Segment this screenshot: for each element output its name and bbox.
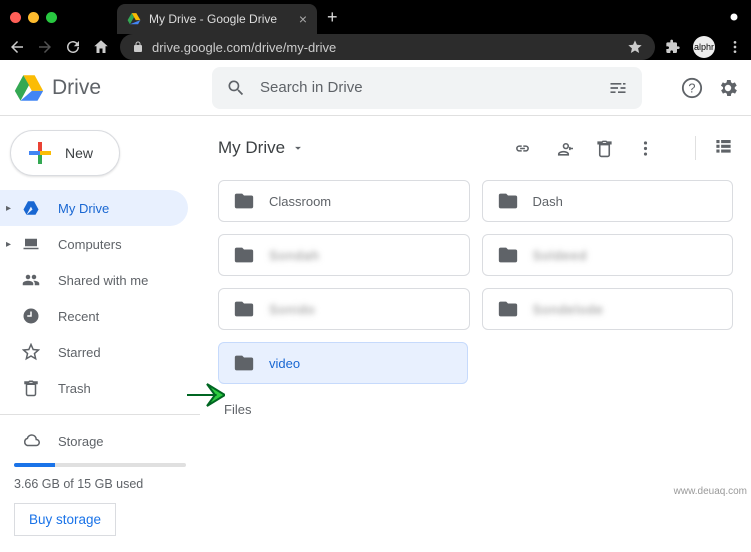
browser-tab[interactable]: My Drive - Google Drive × (117, 4, 317, 34)
main-content: My Drive (200, 116, 751, 552)
profile-avatar[interactable]: alphr (693, 36, 715, 58)
folder-item[interactable]: Classroom (218, 180, 470, 222)
folder-item[interactable]: Sondah (218, 234, 470, 276)
chevron-down-icon[interactable] (727, 10, 741, 24)
folder-label: video (269, 356, 300, 371)
folder-icon (233, 352, 255, 374)
nav-label: My Drive (58, 201, 109, 216)
search-input[interactable]: Search in Drive (212, 67, 642, 109)
drive-logo-icon (12, 71, 46, 105)
folder-item-selected[interactable]: video (218, 342, 468, 384)
new-button[interactable]: New (10, 130, 120, 176)
window-close-icon[interactable] (10, 12, 21, 23)
new-tab-button[interactable]: + (327, 7, 338, 28)
home-button[interactable] (92, 38, 110, 56)
nav-label: Recent (58, 309, 99, 324)
nav-label: Trash (58, 381, 91, 396)
folder-icon (233, 298, 255, 320)
folder-icon (497, 244, 519, 266)
url-text: drive.google.com/drive/my-drive (152, 40, 336, 55)
folder-item[interactable]: Dash (482, 180, 734, 222)
settings-gear-icon[interactable] (717, 77, 739, 99)
folder-label: Sonido (269, 302, 315, 317)
folder-item[interactable]: Sonido (218, 288, 470, 330)
tab-close-icon[interactable]: × (299, 11, 307, 27)
folder-label: Dash (533, 194, 563, 209)
folder-item[interactable]: Soldeed (482, 234, 734, 276)
new-label: New (65, 145, 93, 161)
bookmark-star-icon[interactable] (627, 39, 643, 55)
sidebar-item-recent[interactable]: Recent (0, 298, 188, 334)
list-view-icon[interactable] (714, 136, 733, 155)
folder-icon (497, 190, 519, 212)
sidebar-item-mydrive[interactable]: ▸ My Drive (0, 190, 188, 226)
search-icon (226, 78, 246, 98)
drive-logo[interactable]: Drive (12, 71, 202, 105)
more-actions-icon[interactable] (636, 139, 655, 158)
storage-bar (14, 463, 186, 467)
back-button[interactable] (8, 38, 26, 56)
folder-label: Soldeed (533, 248, 588, 263)
folder-icon (233, 190, 255, 212)
expand-icon[interactable]: ▸ (6, 239, 11, 250)
buy-storage-button[interactable]: Buy storage (14, 503, 116, 536)
storage-text: 3.66 GB of 15 GB used (0, 471, 200, 497)
extensions-icon[interactable] (665, 39, 681, 55)
share-icon[interactable] (554, 139, 573, 158)
plus-icon (27, 140, 53, 166)
nav-label: Computers (58, 237, 122, 252)
product-name: Drive (52, 76, 101, 100)
watermark: www.deuaq.com (674, 486, 747, 497)
expand-icon[interactable]: ▸ (6, 203, 11, 214)
sidebar: New ▸ My Drive ▸ Computers Shared with m… (0, 116, 200, 552)
nav-label: Storage (58, 434, 104, 449)
annotation-arrow-icon (185, 378, 225, 412)
browser-menu-icon[interactable] (727, 39, 743, 55)
svg-text:?: ? (688, 80, 695, 95)
delete-icon[interactable] (595, 139, 614, 158)
nav-label: Starred (58, 345, 101, 360)
sidebar-item-trash[interactable]: Trash (0, 370, 188, 406)
forward-button[interactable] (36, 38, 54, 56)
nav-label: Shared with me (58, 273, 148, 288)
sidebar-item-storage[interactable]: Storage (0, 423, 188, 459)
support-icon[interactable]: ? (681, 77, 703, 99)
reload-button[interactable] (64, 38, 82, 56)
sidebar-item-starred[interactable]: Starred (0, 334, 188, 370)
sidebar-item-shared[interactable]: Shared with me (0, 262, 188, 298)
breadcrumb-label: My Drive (218, 138, 285, 158)
window-min-icon[interactable] (28, 12, 39, 23)
lock-icon (132, 41, 144, 53)
folder-label: Sondah (269, 248, 320, 263)
sidebar-item-computers[interactable]: ▸ Computers (0, 226, 188, 262)
folder-label: Classroom (269, 194, 331, 209)
get-link-icon[interactable] (513, 139, 532, 158)
url-bar[interactable]: drive.google.com/drive/my-drive (120, 34, 655, 60)
search-options-icon[interactable] (608, 78, 628, 98)
window-max-icon[interactable] (46, 12, 57, 23)
files-section-label: Files (224, 402, 733, 417)
tab-title: My Drive - Google Drive (149, 12, 277, 26)
folder-icon (497, 298, 519, 320)
folder-icon (233, 244, 255, 266)
folder-label: Sondelode (533, 302, 604, 317)
folder-item[interactable]: Sondelode (482, 288, 734, 330)
drive-favicon (127, 12, 141, 26)
breadcrumb[interactable]: My Drive (218, 138, 305, 158)
search-placeholder: Search in Drive (260, 79, 363, 96)
breadcrumb-dropdown-icon (291, 141, 305, 155)
